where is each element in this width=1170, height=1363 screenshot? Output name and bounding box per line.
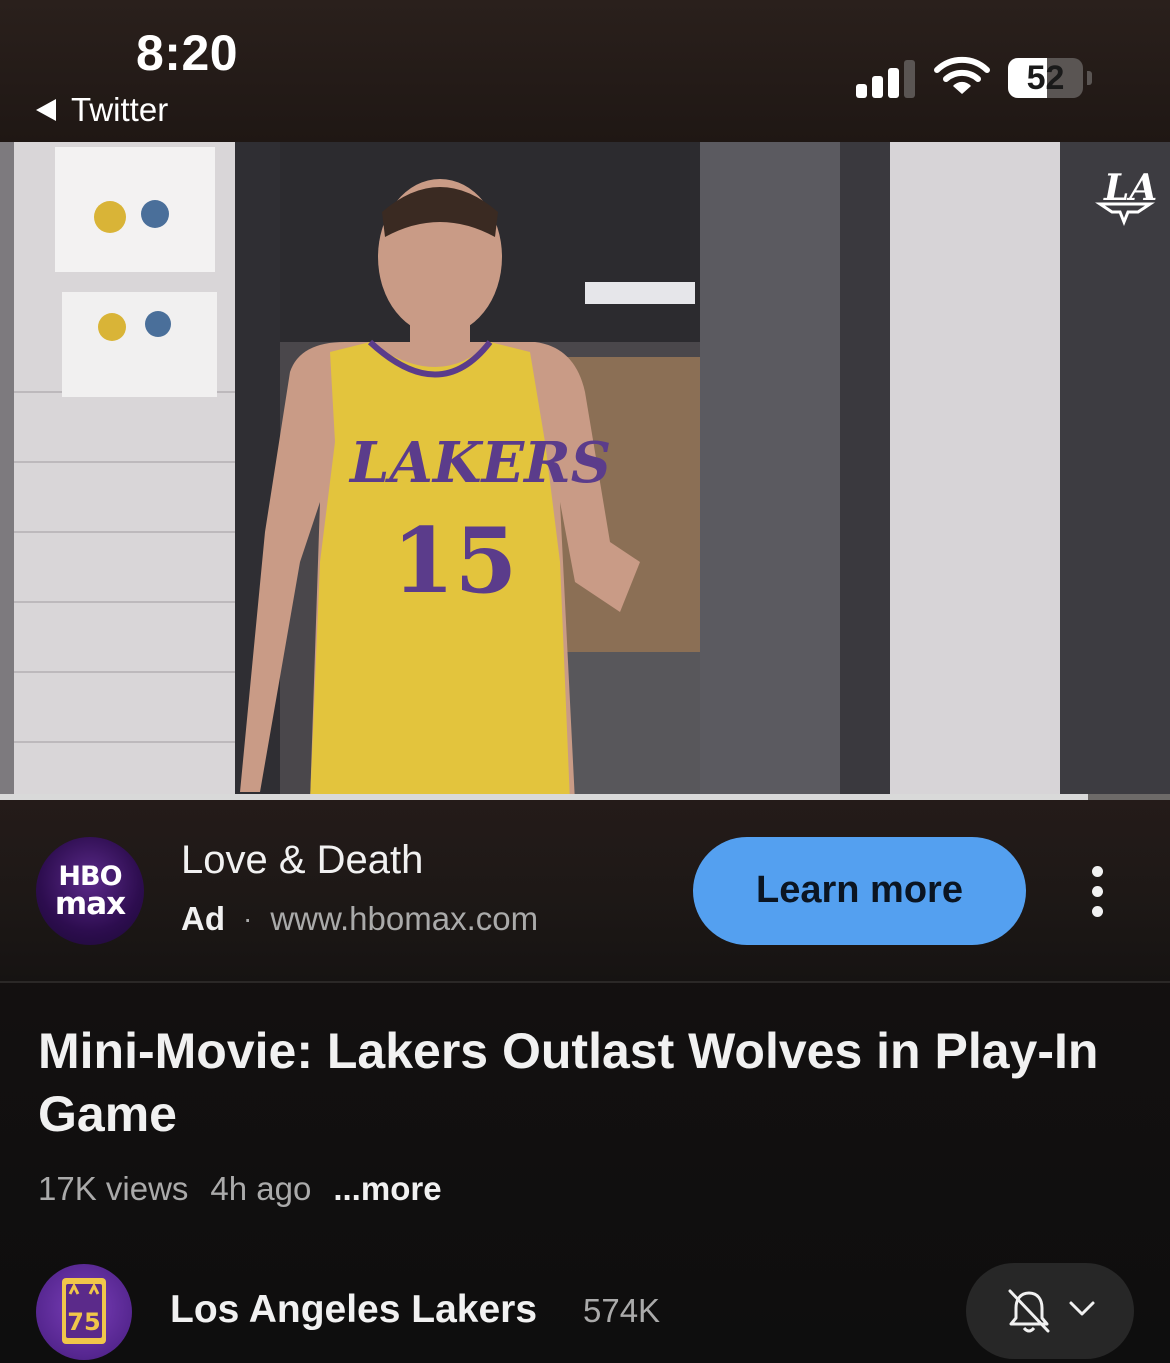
wifi-icon <box>934 56 990 94</box>
app-screen: 8:20 Twitter 52 LAKERS 15 LA HBO max Lov… <box>0 0 1170 1363</box>
status-bar: 8:20 Twitter 52 <box>0 0 1170 142</box>
svg-text:15: 15 <box>392 508 517 614</box>
svg-text:LAKERS: LAKERS <box>348 430 611 496</box>
learn-more-button[interactable]: Learn more <box>693 837 1026 945</box>
battery-percentage: 52 <box>1026 59 1065 97</box>
description-more-link[interactable]: ...more <box>333 1170 441 1208</box>
menu-dot <box>1092 886 1103 897</box>
channel-name[interactable]: Los Angeles Lakers <box>170 1288 537 1332</box>
signal-bar-1 <box>856 84 867 98</box>
status-time: 8:20 <box>136 25 239 81</box>
ad-url: www.hbomax.com <box>270 900 539 937</box>
signal-bar-3 <box>888 68 899 98</box>
channel-avatar[interactable]: 75 <box>36 1264 132 1360</box>
signal-bar-4 <box>904 60 915 98</box>
battery-cap <box>1087 71 1092 85</box>
menu-dot <box>1092 866 1103 877</box>
battery-icon: 52 <box>1008 58 1094 98</box>
ad-logo-line2: max <box>54 886 126 922</box>
video-meta: 17K views 4h ago ...more <box>38 1170 442 1208</box>
video-frame: LAKERS 15 <box>0 142 1170 802</box>
ad-meta: Ad · www.hbomax.com <box>181 900 538 938</box>
ad-banner: HBO max Love & Death Ad · www.hbomax.com… <box>0 800 1170 982</box>
ad-title[interactable]: Love & Death <box>181 838 423 883</box>
back-to-twitter-link[interactable]: Twitter <box>36 88 168 132</box>
back-triangle-icon <box>36 99 56 121</box>
hbo-max-logo[interactable]: HBO max <box>36 837 144 945</box>
chevron-down-icon <box>1069 1301 1095 1316</box>
ad-badge: Ad <box>181 900 225 937</box>
subscription-notification-button[interactable] <box>966 1263 1134 1359</box>
battery-body: 52 <box>1008 58 1083 98</box>
video-title: Mini-Movie: Lakers Outlast Wolves in Pla… <box>38 1023 1099 1142</box>
view-count: 17K views <box>38 1170 189 1207</box>
video-player[interactable]: LAKERS 15 LA <box>0 142 1170 802</box>
lakers-75-logo-icon: 75 <box>62 1278 106 1344</box>
subscriber-count: 574K <box>583 1292 661 1329</box>
more-vertical-icon[interactable] <box>1074 860 1122 924</box>
bell-off-icon <box>1008 1289 1050 1333</box>
ad-separator: · <box>243 903 253 934</box>
menu-dot <box>1092 906 1103 917</box>
back-app-label: Twitter <box>71 91 169 128</box>
lakers-la-logo-icon: LA <box>1095 167 1156 226</box>
signal-bar-2 <box>872 76 883 98</box>
upload-age: 4h ago <box>210 1170 312 1207</box>
signal-icon <box>856 58 916 98</box>
avatar-number: 75 <box>67 1308 100 1336</box>
divider <box>0 981 1170 983</box>
